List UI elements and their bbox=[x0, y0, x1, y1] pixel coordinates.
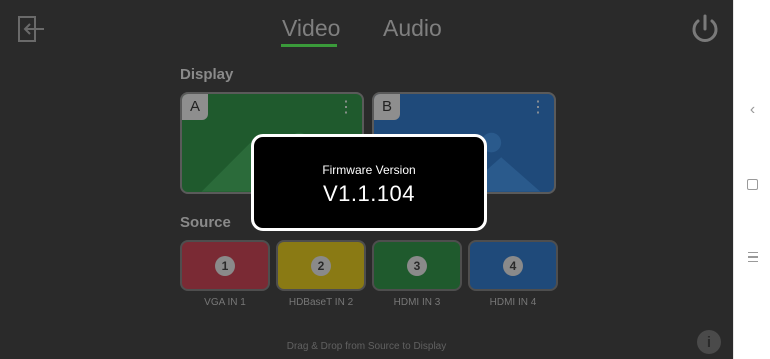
source-tile-3[interactable]: 3 bbox=[372, 240, 462, 291]
info-icon[interactable]: i bbox=[697, 330, 721, 354]
firmware-version-dialog[interactable]: Firmware Version V1.1.104 bbox=[251, 134, 487, 231]
back-chevron-icon[interactable]: ‹ bbox=[734, 98, 770, 122]
tab-video[interactable]: Video bbox=[282, 15, 340, 42]
source-label: VGA IN 1 bbox=[204, 297, 246, 308]
source-section-title: Source bbox=[180, 214, 231, 231]
firmware-version-title: Firmware Version bbox=[322, 163, 416, 177]
source-label: HDMI IN 3 bbox=[393, 297, 441, 308]
display-section-title: Display bbox=[180, 66, 234, 83]
source-number-badge: 3 bbox=[407, 255, 427, 276]
drag-drop-hint: Drag & Drop from Source to Display bbox=[286, 341, 447, 352]
source-number-badge: 1 bbox=[215, 255, 235, 276]
source-label: HDMI IN 4 bbox=[489, 297, 537, 308]
display-a-label: A bbox=[182, 94, 208, 120]
source-label: HDBaseT IN 2 bbox=[288, 297, 354, 308]
source-tile-2[interactable]: 2 bbox=[276, 240, 366, 291]
power-icon[interactable] bbox=[688, 12, 722, 46]
source-number-badge: 4 bbox=[503, 255, 523, 276]
tab-video-indicator bbox=[281, 44, 337, 47]
source-number-badge: 2 bbox=[311, 255, 331, 276]
app-screen: Video Audio Display A ⋮ B ⋮ Source 1 2 3 bbox=[0, 0, 733, 359]
more-options-icon[interactable]: ⋮ bbox=[530, 100, 546, 116]
system-nav-bar: ‹ bbox=[733, 0, 770, 359]
firmware-version-value: V1.1.104 bbox=[322, 181, 416, 206]
exit-icon[interactable] bbox=[16, 14, 46, 44]
tab-audio[interactable]: Audio bbox=[383, 15, 442, 42]
source-tile-4[interactable]: 4 bbox=[468, 240, 558, 291]
square-icon[interactable] bbox=[734, 172, 770, 196]
display-b-label: B bbox=[374, 94, 400, 120]
more-options-icon[interactable]: ⋮ bbox=[338, 100, 354, 116]
menu-lines-icon[interactable] bbox=[734, 245, 770, 269]
source-tile-1[interactable]: 1 bbox=[180, 240, 270, 291]
